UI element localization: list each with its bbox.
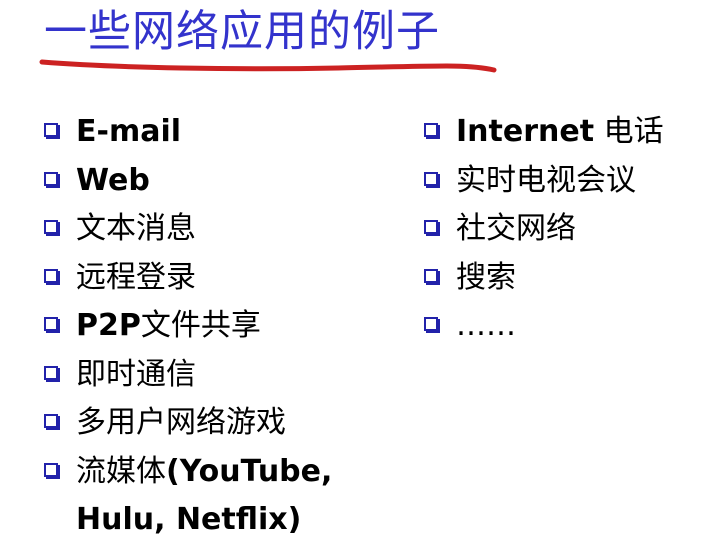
square-bullet-icon <box>424 317 438 331</box>
square-bullet-icon <box>44 317 58 331</box>
list-item: …… <box>424 302 714 351</box>
item-text: 即时通信 <box>76 356 196 392</box>
item-latin-text-line2: Hulu, Netflix) <box>76 502 302 537</box>
item-latin-text: E-mail <box>76 114 182 149</box>
list-item: Web <box>44 157 374 206</box>
item-text: 文本消息 <box>76 211 196 246</box>
item-text: 电话 <box>594 114 664 149</box>
title-underline <box>39 59 497 73</box>
page-title: 一些网络应用的例子 <box>44 7 440 57</box>
square-bullet-icon <box>44 220 58 234</box>
item-latin-text: Internet <box>456 114 595 149</box>
list-item: 流媒体(YouTube, Hulu, Netflix) <box>44 448 374 545</box>
square-bullet-icon <box>424 123 438 137</box>
square-bullet-icon <box>44 268 58 283</box>
list-item: Internet 电话 <box>424 108 714 157</box>
square-bullet-icon <box>44 462 58 477</box>
square-bullet-icon <box>44 171 58 186</box>
square-bullet-icon <box>44 365 58 380</box>
square-bullet-icon <box>424 268 438 283</box>
item-text: 远程登录 <box>76 259 196 295</box>
square-bullet-icon <box>44 123 58 137</box>
item-text: 搜索 <box>456 259 516 295</box>
list-item: E-mail <box>44 108 374 157</box>
item-latin-text: Web <box>76 162 150 198</box>
item-text: 文件共享 <box>140 308 261 343</box>
item-latin-text: (YouTube, <box>166 453 333 489</box>
item-text: 社交网络 <box>456 211 576 246</box>
list-item: 社交网络 <box>424 205 714 254</box>
item-latin-text: P2P <box>76 308 141 343</box>
square-bullet-icon <box>424 171 438 186</box>
list-item: 即时通信 <box>44 351 374 400</box>
application-list-left: E-mail Web 文本消息 远程登录 P2P文件共享 即时通信 多用户网络游… <box>44 108 374 545</box>
list-item: 实时电视会议 <box>424 157 714 206</box>
item-text: …… <box>456 308 516 343</box>
list-item: P2P文件共享 <box>44 302 374 351</box>
item-text: 实时电视会议 <box>456 162 636 198</box>
list-item: 搜索 <box>424 254 714 303</box>
square-bullet-icon <box>44 414 58 428</box>
list-item: 文本消息 <box>44 205 374 254</box>
item-text: 多用户网络游戏 <box>76 405 286 440</box>
square-bullet-icon <box>424 220 438 234</box>
item-text: 流媒体 <box>76 453 166 489</box>
list-item: 多用户网络游戏 <box>44 399 374 448</box>
list-item: 远程登录 <box>44 254 374 303</box>
application-list-right: Internet 电话 实时电视会议 社交网络 搜索 …… <box>424 108 714 351</box>
